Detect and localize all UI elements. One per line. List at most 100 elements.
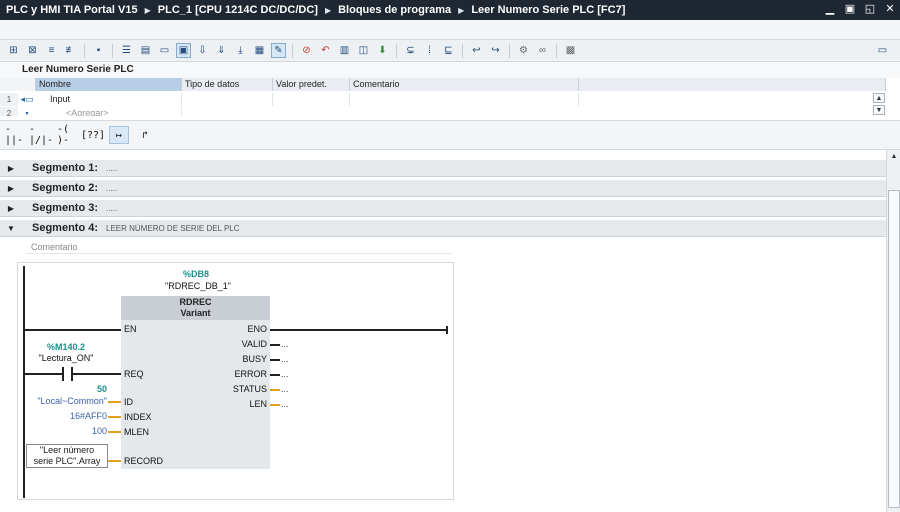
minimize-icon[interactable]: ▁ xyxy=(824,2,836,15)
index-value[interactable]: 16#AFF0 xyxy=(48,411,107,421)
status-operand[interactable]: ... xyxy=(281,384,289,394)
function-block-header[interactable]: RDREC Variant xyxy=(121,296,270,320)
row-name[interactable]: Input xyxy=(36,93,182,106)
req-operand-address[interactable]: %M140.2 xyxy=(46,342,86,352)
close-branch-icon[interactable]: ↱ xyxy=(135,126,155,144)
compare-icon[interactable]: ⊊ xyxy=(403,43,418,58)
open-branch-icon[interactable]: ↦ xyxy=(109,126,129,144)
download-icon[interactable]: ⬇ xyxy=(375,43,390,58)
comment-icon[interactable]: ▣ xyxy=(176,43,191,58)
table-row[interactable]: 2 ▪ <Agregar> xyxy=(0,107,886,116)
row-number: 1 xyxy=(0,93,18,106)
editor-scrollbar[interactable]: ▲ xyxy=(886,150,900,512)
segment-title[interactable]: ..... xyxy=(106,164,117,173)
id-wire xyxy=(108,401,121,403)
collapse-icon[interactable]: ▼ xyxy=(0,224,22,233)
scrollbar-thumb[interactable] xyxy=(888,190,900,508)
power-rail xyxy=(23,266,25,498)
segment-header[interactable]: ▶ Segmento 1: ..... xyxy=(0,160,886,177)
delete-network-icon[interactable]: ⊠ xyxy=(25,43,40,58)
function-block-type[interactable]: Variant xyxy=(121,308,270,319)
instance-db-name[interactable]: "RDREC_DB_1" xyxy=(158,281,238,291)
contact-left-icon[interactable] xyxy=(62,367,64,381)
column-comment[interactable]: Comentario xyxy=(350,78,579,91)
column-datatype[interactable]: Tipo de datos xyxy=(182,78,273,91)
insert-network-icon[interactable]: ⊞ xyxy=(6,43,21,58)
no-contact-icon[interactable]: -||- xyxy=(5,124,25,146)
jump-icon[interactable]: ↶ xyxy=(318,43,333,58)
breadcrumb-blocks[interactable]: Bloques de programa xyxy=(338,4,451,16)
force-icon[interactable]: ↩ xyxy=(469,43,484,58)
sort-down-3-icon[interactable]: ⤓ xyxy=(233,43,248,58)
restore-icon[interactable]: ◱ xyxy=(864,2,876,15)
expand-icon[interactable]: ▶ xyxy=(0,184,22,193)
error-operand[interactable]: ... xyxy=(281,369,289,379)
breadcrumb-project[interactable]: PLC y HMI TIA Portal V15 xyxy=(6,4,138,16)
binoculars-icon[interactable]: ∞ xyxy=(535,43,550,58)
id-value[interactable]: 50 xyxy=(78,384,107,394)
go-to-icon[interactable]: ▪ xyxy=(91,43,106,58)
monitoring-icon[interactable]: ⚙ xyxy=(516,43,531,58)
mlen-value[interactable]: 100 xyxy=(68,426,107,436)
block-icon[interactable]: ▭ xyxy=(157,43,172,58)
table-icon[interactable]: ▤ xyxy=(138,43,153,58)
insert-row-icon[interactable]: ≡ xyxy=(44,43,59,58)
favorites-icon[interactable]: ✎ xyxy=(271,43,286,58)
delete-row-icon[interactable]: ≢ xyxy=(63,43,78,58)
row-name[interactable]: <Agregar> xyxy=(36,107,182,116)
toolbar-divider xyxy=(292,43,293,58)
edit-icon[interactable]: ⁞ xyxy=(422,43,437,58)
find-icon[interactable]: ⊑ xyxy=(441,43,456,58)
segment-comment[interactable]: Comentario xyxy=(25,240,453,254)
id-name[interactable]: "Local~Common" xyxy=(18,396,107,406)
trace-icon[interactable]: ▩ xyxy=(563,43,578,58)
input-section-icon[interactable]: ◂▭ xyxy=(18,93,36,106)
busy-operand[interactable]: ... xyxy=(281,354,289,364)
breadcrumb-block[interactable]: Leer Numero Serie PLC [FC7] xyxy=(471,4,625,16)
sort-down-icon[interactable]: ⇩ xyxy=(195,43,210,58)
breadcrumb-arrow-icon: ▶ xyxy=(458,5,465,15)
sort-down-2-icon[interactable]: ⇓ xyxy=(214,43,229,58)
settings-panel-icon[interactable]: ▭ xyxy=(875,43,890,58)
pin-valid: VALID xyxy=(241,339,267,349)
expand-icon[interactable]: ▶ xyxy=(0,204,22,213)
coil-icon[interactable]: -( )- xyxy=(57,124,77,146)
grid-icon[interactable]: ▦ xyxy=(252,43,267,58)
monitor-icon[interactable]: ▥ xyxy=(337,43,352,58)
valid-operand[interactable]: ... xyxy=(281,339,289,349)
column-name[interactable]: Nombre xyxy=(36,78,182,91)
row-default[interactable] xyxy=(273,93,350,106)
stop-icon[interactable]: ⊘ xyxy=(299,43,314,58)
segment-header[interactable]: ▼ Segmento 4: LEER NÚMERO DE SERIE DEL P… xyxy=(0,220,886,237)
segment-header[interactable]: ▶ Segmento 3: ..... xyxy=(0,200,886,217)
scroll-up-icon[interactable]: ▲ xyxy=(888,152,900,162)
add-icon[interactable]: ▪ xyxy=(18,107,36,116)
record-operand-box[interactable]: "Leer número serie PLC".Array xyxy=(26,444,108,468)
req-operand-name[interactable]: "Lectura_ON" xyxy=(36,353,96,363)
rdrec-function-block[interactable] xyxy=(121,296,270,469)
row-comment[interactable] xyxy=(350,93,579,106)
segment-title[interactable]: ..... xyxy=(106,184,117,193)
toolbar-divider xyxy=(462,43,463,58)
segment-title[interactable]: LEER NÚMERO DE SERIE DEL PLC xyxy=(106,224,240,233)
display-icon[interactable]: ◫ xyxy=(356,43,371,58)
breadcrumb-arrow-icon: ▶ xyxy=(324,5,332,15)
close-icon[interactable]: ✕ xyxy=(884,2,896,15)
segment-header[interactable]: ▶ Segmento 2: ..... xyxy=(0,180,886,197)
len-operand[interactable]: ... xyxy=(281,399,289,409)
segment-title[interactable]: ..... xyxy=(106,204,117,213)
scroll-down-icon[interactable]: ▼ xyxy=(873,105,885,115)
en-wire xyxy=(24,329,121,331)
expand-icon[interactable]: ▶ xyxy=(0,164,22,173)
instance-db-address[interactable]: %DB8 xyxy=(181,269,211,279)
nc-contact-icon[interactable]: -|/|- xyxy=(29,124,53,146)
list-view-icon[interactable]: ☰ xyxy=(119,43,134,58)
column-default[interactable]: Valor predet. xyxy=(273,78,350,91)
breadcrumb-plc[interactable]: PLC_1 [CPU 1214C DC/DC/DC] xyxy=(158,4,318,16)
float-icon[interactable]: ▣ xyxy=(844,2,856,15)
table-row[interactable]: 1 ◂▭ Input xyxy=(0,93,886,106)
glasses-icon[interactable]: ↪ xyxy=(488,43,503,58)
scroll-up-icon[interactable]: ▲ xyxy=(873,93,885,103)
row-datatype[interactable] xyxy=(182,93,273,106)
empty-box-icon[interactable]: [??] xyxy=(81,126,105,144)
